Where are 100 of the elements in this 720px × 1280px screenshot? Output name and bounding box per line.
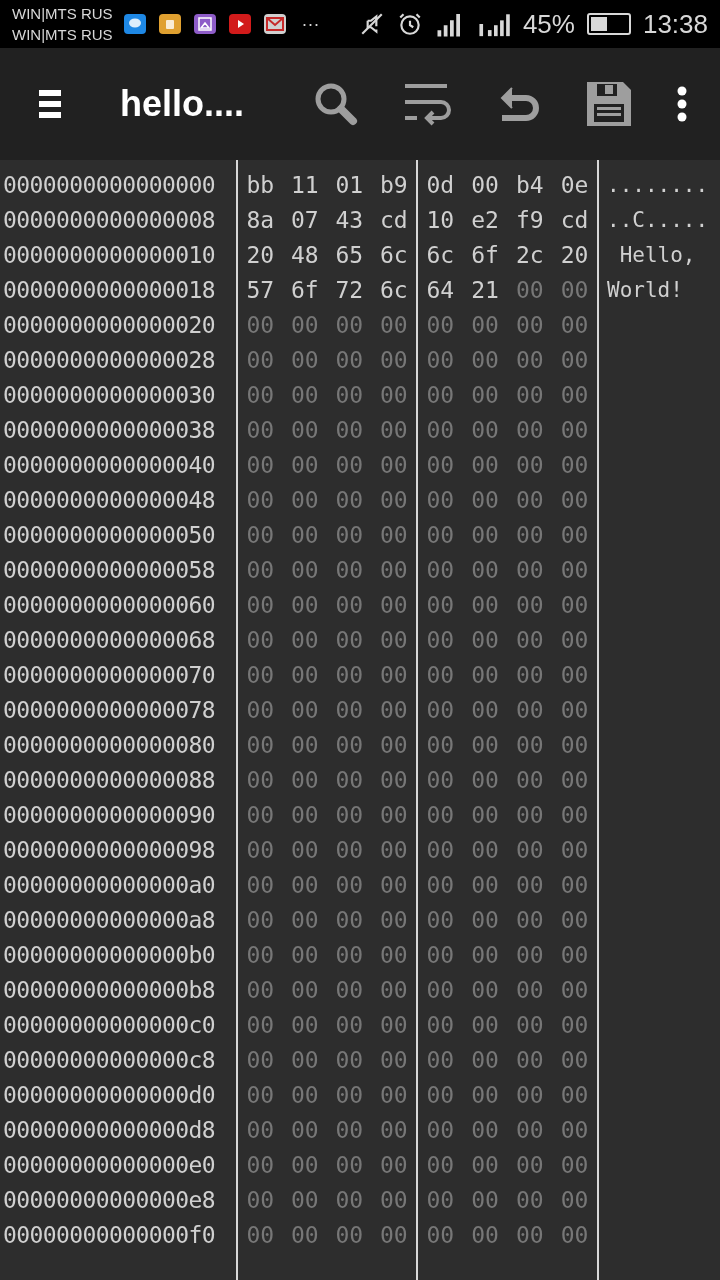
padding-byte: 00 bbox=[289, 976, 320, 1005]
padding-byte: 00 bbox=[289, 486, 320, 515]
padding-byte: 00 bbox=[470, 381, 500, 410]
padding-byte: 00 bbox=[559, 416, 590, 445]
offset: 00000000000000d8 bbox=[3, 1116, 216, 1145]
more-notifications: ··· bbox=[301, 12, 320, 36]
offset: 0000000000000048 bbox=[3, 486, 216, 515]
padding-byte: 00 bbox=[245, 521, 276, 550]
padding-byte: 00 bbox=[425, 451, 456, 480]
padding-byte: 00 bbox=[289, 416, 320, 445]
padding-byte: 00 bbox=[245, 906, 276, 935]
padding-byte: 00 bbox=[334, 416, 365, 445]
hex-byte: 6c bbox=[378, 276, 409, 305]
offset: 0000000000000098 bbox=[3, 836, 216, 865]
padding-byte: 00 bbox=[470, 591, 500, 620]
offset: 00000000000000b8 bbox=[3, 976, 216, 1005]
padding-byte: 00 bbox=[515, 941, 545, 970]
padding-byte: 00 bbox=[515, 1011, 545, 1040]
padding-byte: 00 bbox=[470, 871, 500, 900]
padding-byte: 00 bbox=[289, 591, 320, 620]
padding-byte: 00 bbox=[515, 276, 545, 305]
padding-byte: 00 bbox=[470, 976, 500, 1005]
padding-byte: 00 bbox=[559, 801, 590, 830]
padding-byte: 00 bbox=[334, 836, 365, 865]
padding-byte: 00 bbox=[559, 836, 590, 865]
padding-byte: 00 bbox=[245, 801, 276, 830]
offset: 0000000000000080 bbox=[3, 731, 216, 760]
padding-byte: 00 bbox=[425, 591, 456, 620]
padding-byte: 00 bbox=[289, 661, 320, 690]
padding-byte: 00 bbox=[378, 626, 409, 655]
padding-byte: 00 bbox=[470, 311, 500, 340]
hex-byte: bb bbox=[245, 171, 276, 200]
padding-byte: 00 bbox=[378, 906, 409, 935]
padding-byte: 00 bbox=[289, 836, 320, 865]
offset: 0000000000000040 bbox=[3, 451, 216, 480]
padding-byte: 00 bbox=[425, 731, 456, 760]
padding-byte: 00 bbox=[515, 486, 545, 515]
padding-byte: 00 bbox=[289, 451, 320, 480]
padding-byte: 00 bbox=[470, 906, 500, 935]
padding-byte: 00 bbox=[559, 381, 590, 410]
padding-byte: 00 bbox=[334, 556, 365, 585]
padding-byte: 00 bbox=[559, 1151, 590, 1180]
padding-byte: 00 bbox=[378, 1046, 409, 1075]
padding-byte: 00 bbox=[559, 941, 590, 970]
padding-byte: 00 bbox=[289, 1011, 320, 1040]
padding-byte: 00 bbox=[289, 626, 320, 655]
hex-byte: 57 bbox=[245, 276, 276, 305]
offset: 00000000000000a8 bbox=[3, 906, 216, 935]
padding-byte: 00 bbox=[289, 1116, 320, 1145]
hex-byte: 64 bbox=[425, 276, 456, 305]
hex-byte: cd bbox=[559, 206, 590, 235]
padding-byte: 00 bbox=[470, 451, 500, 480]
padding-byte: 00 bbox=[334, 661, 365, 690]
offset: 0000000000000050 bbox=[3, 521, 216, 550]
padding-byte: 00 bbox=[245, 346, 276, 375]
carrier-name: WIN|MTS RUS bbox=[12, 25, 113, 45]
padding-byte: 00 bbox=[425, 941, 456, 970]
padding-byte: 00 bbox=[378, 381, 409, 410]
padding-byte: 00 bbox=[425, 626, 456, 655]
padding-byte: 00 bbox=[515, 1116, 545, 1145]
padding-byte: 00 bbox=[245, 591, 276, 620]
padding-byte: 00 bbox=[559, 346, 590, 375]
padding-byte: 00 bbox=[515, 451, 545, 480]
padding-byte: 00 bbox=[470, 1151, 500, 1180]
padding-byte: 00 bbox=[334, 1081, 365, 1110]
ascii-text: World! bbox=[607, 277, 683, 304]
padding-byte: 00 bbox=[289, 1186, 320, 1215]
padding-byte: 00 bbox=[245, 1151, 276, 1180]
padding-byte: 00 bbox=[334, 766, 365, 795]
padding-byte: 00 bbox=[378, 1151, 409, 1180]
padding-byte: 00 bbox=[515, 381, 545, 410]
padding-byte: 00 bbox=[334, 801, 365, 830]
hex-byte: cd bbox=[378, 206, 409, 235]
hex-byte: 00 bbox=[470, 171, 500, 200]
padding-byte: 00 bbox=[378, 696, 409, 725]
offset: 00000000000000e0 bbox=[3, 1151, 216, 1180]
padding-byte: 00 bbox=[470, 941, 500, 970]
padding-byte: 00 bbox=[289, 906, 320, 935]
padding-byte: 00 bbox=[378, 731, 409, 760]
padding-byte: 00 bbox=[559, 591, 590, 620]
padding-byte: 00 bbox=[515, 731, 545, 760]
padding-byte: 00 bbox=[245, 976, 276, 1005]
padding-byte: 00 bbox=[334, 311, 365, 340]
padding-byte: 00 bbox=[245, 661, 276, 690]
padding-byte: 00 bbox=[334, 1011, 365, 1040]
hex-byte: 6c bbox=[425, 241, 456, 270]
padding-byte: 00 bbox=[559, 276, 590, 305]
hex-byte: 20 bbox=[245, 241, 276, 270]
padding-byte: 00 bbox=[470, 661, 500, 690]
padding-byte: 00 bbox=[289, 766, 320, 795]
offset: 0000000000000090 bbox=[3, 801, 216, 830]
padding-byte: 00 bbox=[559, 696, 590, 725]
padding-byte: 00 bbox=[515, 416, 545, 445]
offset: 0000000000000078 bbox=[3, 696, 216, 725]
padding-byte: 00 bbox=[470, 486, 500, 515]
hex-byte: 6f bbox=[289, 276, 320, 305]
padding-byte: 00 bbox=[245, 556, 276, 585]
padding-byte: 00 bbox=[470, 1011, 500, 1040]
padding-byte: 00 bbox=[378, 1221, 409, 1250]
offset: 00000000000000d0 bbox=[3, 1081, 216, 1110]
